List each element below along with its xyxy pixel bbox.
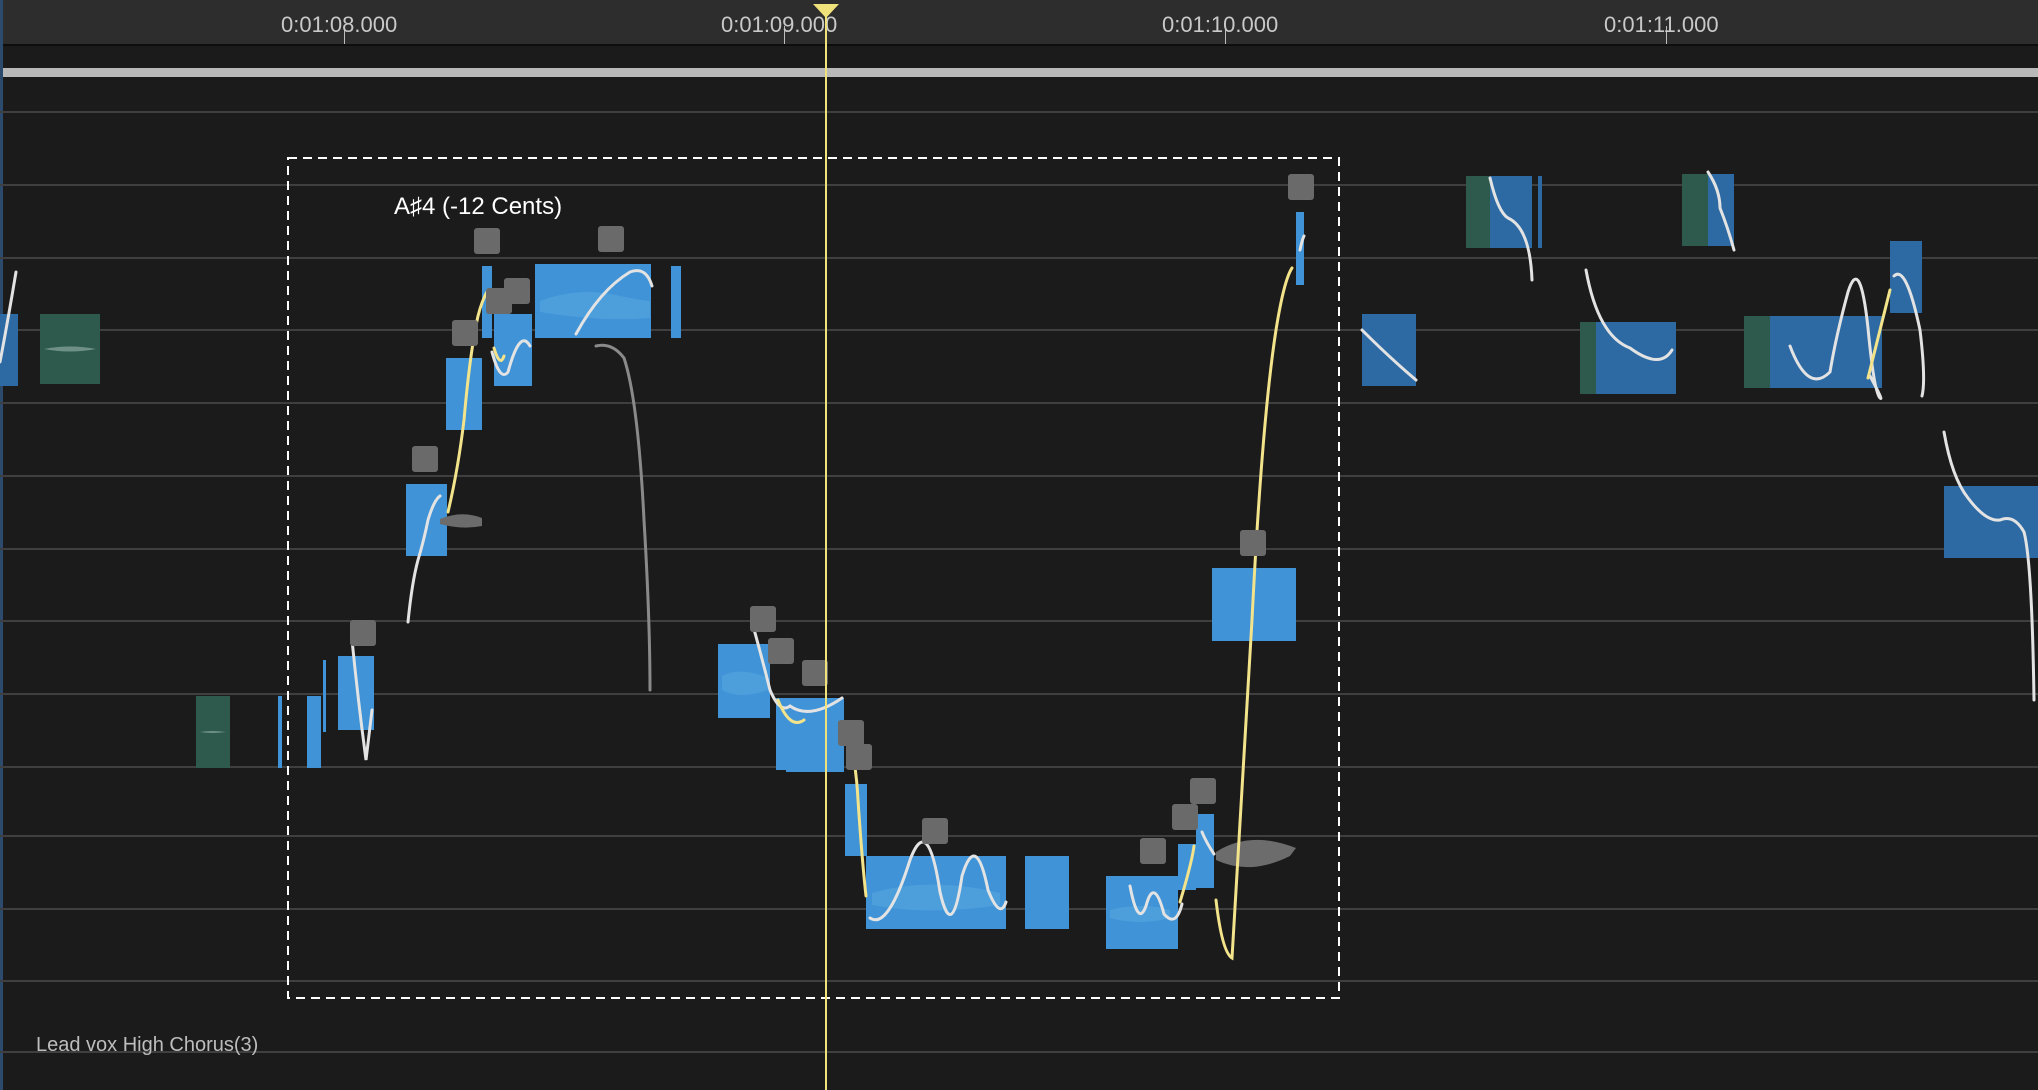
- note-blob-muted: [1538, 176, 1542, 248]
- pitch-curve-faded: [594, 343, 652, 692]
- note-blob-inactive: [1580, 322, 1596, 394]
- note-blob: [786, 768, 844, 772]
- inactive-notes: [40, 174, 1770, 768]
- note-editor-canvas[interactable]: [0, 0, 2038, 1090]
- pitch-curves: [0, 170, 2036, 922]
- note-handle: [1288, 174, 1314, 200]
- note-handle: [768, 638, 794, 664]
- note-handle: [474, 228, 500, 254]
- note-blob: [494, 314, 532, 386]
- inactive-note-waveforms: [44, 346, 226, 733]
- pitch-curve: [1942, 430, 2036, 702]
- note-blob: [1025, 856, 1069, 929]
- note-handle: [598, 226, 624, 252]
- note-blob: [278, 696, 282, 768]
- pitch-grid: [0, 111, 2038, 1053]
- note-handle: [452, 320, 478, 346]
- muted-notes: [0, 174, 2038, 558]
- note-handle: [922, 818, 948, 844]
- note-handle: [1240, 530, 1266, 556]
- note-blob-inactive: [1682, 174, 1710, 246]
- note-handle: [802, 660, 828, 686]
- track-name-label: Lead vox High Chorus(3): [36, 1034, 259, 1056]
- note-handle: [486, 288, 512, 314]
- note-handle: [1190, 778, 1216, 804]
- playhead-marker: [813, 4, 839, 18]
- note-blob-inactive: [1466, 176, 1490, 248]
- note-handle: [846, 744, 872, 770]
- note-handle: [1172, 804, 1198, 830]
- note-blob: [671, 266, 681, 338]
- note-handle: [838, 720, 864, 746]
- note-blob-muted: [1944, 486, 2038, 558]
- note-blob: [323, 660, 326, 732]
- decay-curves: [594, 343, 652, 692]
- residual-shape: [1216, 839, 1296, 868]
- note-handle: [750, 606, 776, 632]
- residual-shapes: [440, 514, 1296, 868]
- note-blob: [845, 784, 867, 856]
- note-blob: [307, 696, 321, 768]
- note-handle: [350, 620, 376, 646]
- melodyne-note-editor: 0:01:08.000 0:01:09.000 0:01:10.000 0:01…: [0, 0, 2038, 1090]
- note-blob-inactive: [1744, 316, 1770, 388]
- note-blob-muted: [1362, 314, 1416, 386]
- pitch-readout: A♯4 (-12 Cents): [394, 193, 563, 220]
- note-handle: [1140, 838, 1166, 864]
- note-handle: [412, 446, 438, 472]
